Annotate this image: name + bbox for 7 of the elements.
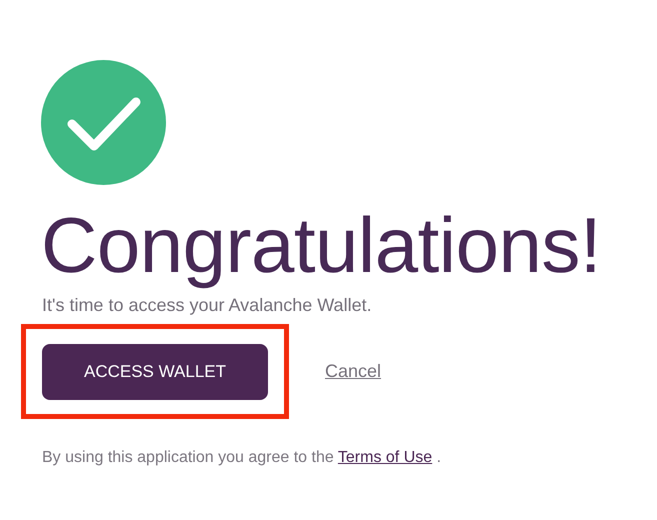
terms-link[interactable]: Terms of Use	[338, 448, 432, 466]
terms-notice: By using this application you agree to the Terms of Use .	[42, 448, 442, 467]
cancel-link[interactable]: Cancel	[325, 360, 382, 382]
subtitle: It's time to access your Avalanche Wallet.	[42, 294, 372, 316]
success-check-icon	[41, 60, 166, 185]
heading: Congratulations!	[41, 203, 602, 289]
access-wallet-button[interactable]: ACCESS WALLET	[42, 344, 268, 400]
